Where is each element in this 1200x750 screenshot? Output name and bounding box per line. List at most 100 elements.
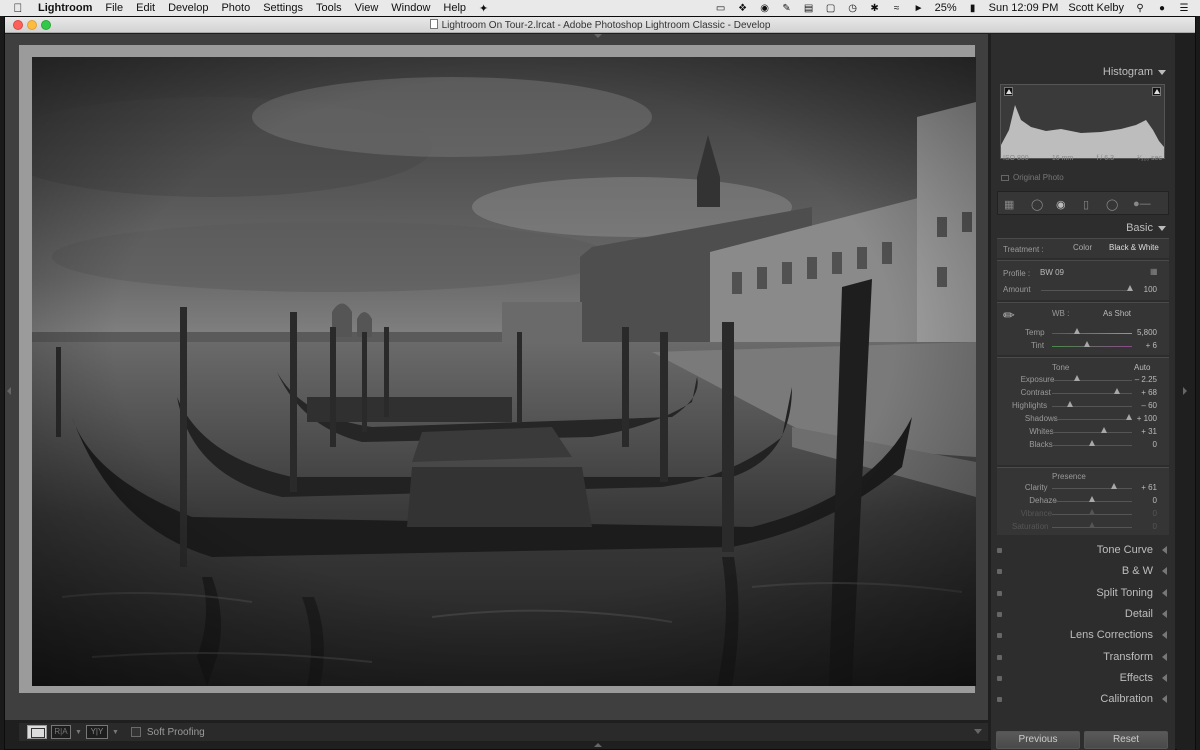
panel-switch-icon[interactable] [997, 675, 1002, 681]
menu-settings[interactable]: Settings [263, 2, 303, 14]
menu-edit[interactable]: Edit [136, 2, 155, 14]
temp-thumb[interactable] [1074, 328, 1080, 334]
effects-panel-header[interactable]: Effects [991, 668, 1175, 688]
amount-value[interactable]: 100 [1117, 285, 1157, 294]
vibrance-thumb[interactable] [1089, 509, 1095, 515]
notification-icon[interactable]: ☰ [1178, 3, 1190, 14]
siri-icon[interactable]: ● [1156, 3, 1168, 14]
graduated-filter-icon[interactable]: ▯ [1083, 198, 1089, 211]
histogram[interactable] [1000, 84, 1165, 159]
before-after-yy-button[interactable]: Y|Y [85, 725, 108, 739]
histogram-header[interactable]: Histogram [991, 62, 1175, 82]
dehaze-thumb[interactable] [1089, 496, 1095, 502]
wifi-icon[interactable]: ≈ [891, 3, 903, 14]
apple-icon[interactable]:  [10, 1, 26, 15]
panel-switch-icon[interactable] [997, 611, 1002, 617]
crop-icon[interactable]: ▦ [1004, 198, 1014, 211]
user-name[interactable]: Scott Kelby [1068, 2, 1124, 14]
spotlight-icon[interactable]: ⚲ [1134, 3, 1146, 14]
treatment-color[interactable]: Color [1073, 243, 1092, 252]
highlights-thumb[interactable] [1066, 401, 1073, 407]
clipboard-icon[interactable]: ▤ [803, 3, 815, 14]
left-panel-toggle-icon[interactable] [7, 387, 11, 395]
panel-switch-icon[interactable] [997, 590, 1002, 596]
panel-switch-icon[interactable] [997, 633, 1002, 639]
saturation-thumb[interactable] [1089, 522, 1095, 528]
panel-switch-icon[interactable] [997, 654, 1002, 660]
loupe-view-button[interactable] [27, 725, 47, 739]
menu-view[interactable]: View [355, 2, 379, 14]
right-panel-toggle-icon[interactable] [1183, 387, 1187, 395]
auto-button[interactable]: Auto [1134, 363, 1150, 372]
b-w-panel-header[interactable]: B & W [991, 561, 1175, 581]
basic-header[interactable]: Basic [991, 218, 1175, 238]
panel-switch-icon[interactable] [997, 697, 1002, 703]
menu-window[interactable]: Window [391, 2, 430, 14]
split-toning-panel-header[interactable]: Split Toning [991, 583, 1175, 603]
top-panel-toggle-icon[interactable] [594, 34, 602, 38]
pencil-icon[interactable]: ✎ [781, 3, 793, 14]
circle-icon[interactable]: ◉ [759, 3, 771, 14]
contrast-value[interactable]: + 68 [1117, 388, 1157, 397]
temp-value[interactable]: 5,800 [1117, 328, 1157, 337]
lens-corrections-panel-header[interactable]: Lens Corrections [991, 625, 1175, 645]
radial-filter-icon[interactable]: ◯ [1106, 198, 1118, 211]
whites-value[interactable]: + 31 [1117, 427, 1157, 436]
menu-photo[interactable]: Photo [221, 2, 250, 14]
blacks-label: Blacks [1029, 440, 1053, 449]
dehaze-value[interactable]: 0 [1117, 496, 1157, 505]
panel-switch-icon[interactable] [997, 569, 1002, 575]
menu-help[interactable]: Help [443, 2, 466, 14]
treatment-bw[interactable]: Black & White [1109, 243, 1159, 252]
script-icon[interactable]: ✦ [479, 2, 488, 15]
aperture-value: f / 6.3 [1096, 155, 1114, 162]
tint-value[interactable]: + 6 [1117, 341, 1157, 350]
photo-frame [19, 45, 976, 693]
menu-develop[interactable]: Develop [168, 2, 208, 14]
exposure-value[interactable]: – 2.25 [1117, 375, 1157, 384]
before-after-caret-icon[interactable]: ▼ [75, 729, 82, 736]
reset-button[interactable]: Reset [1084, 731, 1168, 749]
spot-removal-icon[interactable]: ◯ [1031, 198, 1043, 211]
tint-thumb[interactable] [1084, 341, 1090, 347]
tone-curve-panel-header[interactable]: Tone Curve [991, 540, 1175, 560]
whites-thumb[interactable] [1100, 427, 1107, 433]
yy-caret-icon[interactable]: ▼ [112, 729, 119, 736]
menu-app[interactable]: Lightroom [38, 2, 92, 14]
soft-proofing-checkbox[interactable] [130, 727, 141, 737]
clarity-value[interactable]: + 61 [1117, 483, 1157, 492]
menu-tools[interactable]: Tools [316, 2, 342, 14]
original-photo[interactable]: Original Photo [1001, 173, 1064, 182]
detail-panel-header[interactable]: Detail [991, 604, 1175, 624]
time-machine-icon[interactable]: ◷ [847, 3, 859, 14]
vibrance-value[interactable]: 0 [1117, 509, 1157, 518]
eyedropper-icon[interactable]: ✏ [1003, 307, 1015, 324]
screen-icon[interactable]: ▢ [825, 3, 837, 14]
battery-icon[interactable]: ▮ [967, 3, 979, 14]
shadows-value[interactable]: + 100 [1117, 414, 1157, 423]
before-after-button[interactable]: R|A [51, 725, 71, 739]
blacks-thumb[interactable] [1089, 440, 1095, 446]
dropbox-icon[interactable]: ❖ [737, 3, 749, 14]
adjustment-brush-icon[interactable]: ●— [1133, 198, 1151, 210]
profile-select[interactable]: BW 09 [1040, 268, 1064, 277]
exposure-thumb[interactable] [1074, 375, 1081, 381]
monitor-icon[interactable]: ▭ [715, 3, 727, 14]
clock[interactable]: Sun 12:09 PM [989, 2, 1059, 14]
calibration-panel-header[interactable]: Calibration [991, 689, 1175, 709]
previous-button[interactable]: Previous [996, 731, 1080, 749]
volume-icon[interactable]: ► [913, 3, 925, 14]
profile-browser-icon[interactable]: ▦ [1150, 267, 1158, 276]
blacks-value[interactable]: 0 [1117, 440, 1157, 449]
wb-select[interactable]: As Shot [1103, 309, 1131, 318]
red-eye-icon[interactable]: ◉ [1056, 198, 1066, 211]
bluetooth-icon[interactable]: ✱ [869, 3, 881, 14]
photo-preview[interactable] [32, 57, 976, 686]
menu-file[interactable]: File [105, 2, 123, 14]
filmstrip-toggle-icon[interactable] [594, 743, 602, 747]
transform-panel-header[interactable]: Transform [991, 647, 1175, 667]
panel-switch-icon[interactable] [997, 548, 1002, 553]
saturation-value[interactable]: 0 [1117, 522, 1157, 531]
toolbar-menu-icon[interactable] [974, 729, 982, 734]
highlights-value[interactable]: – 60 [1117, 401, 1157, 410]
